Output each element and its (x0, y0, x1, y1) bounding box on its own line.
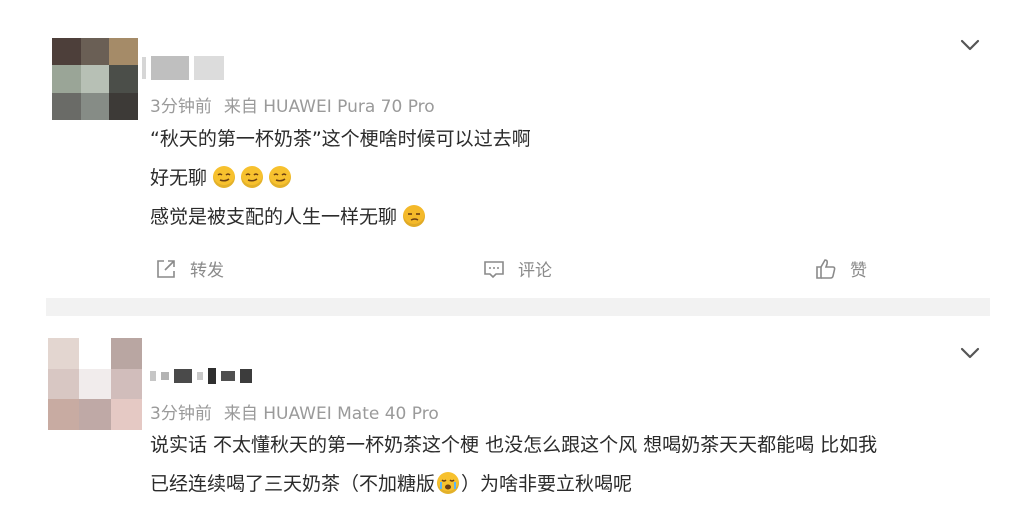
post-separator (46, 298, 990, 316)
comment-label: 评论 (518, 261, 552, 281)
share-icon (157, 259, 175, 278)
avatar[interactable] (48, 338, 142, 430)
like-button[interactable]: 赞 (814, 256, 867, 281)
smug-face-icon (269, 165, 292, 188)
post-text: 好无聊 (150, 167, 208, 189)
comment-button[interactable]: 评论 (482, 256, 552, 281)
post-text-line: 已经连续喝了三天奶茶（不加糖版 ）为啥非要立秋喝呢 (150, 469, 632, 496)
post-text-line: 感觉是被支配的人生一样无聊 (150, 202, 426, 229)
comment-icon (484, 260, 504, 278)
post-text: 说实话 不太懂秋天的第一杯奶茶这个梗 也没怎么跟这个风 想喝奶茶天天都能喝 比如… (150, 434, 878, 456)
avatar[interactable] (52, 38, 138, 120)
post-text: 感觉是被支配的人生一样无聊 (150, 206, 398, 228)
post-source: 来自 HUAWEI Pura 70 Pro (223, 97, 435, 117)
smug-face-icon (213, 165, 236, 188)
post-text-line: 好无聊 (150, 163, 292, 190)
repost-label: 转发 (190, 261, 224, 281)
smug-face-icon (241, 165, 264, 188)
crying-face-icon (437, 471, 460, 494)
post-text-line: 说实话 不太懂秋天的第一杯奶茶这个梗 也没怎么跟这个风 想喝奶茶天天都能喝 比如… (150, 430, 877, 457)
post-time: 3分钟前 (150, 404, 212, 424)
post-source: 来自 HUAWEI Mate 40 Pro (223, 404, 439, 424)
repost-button[interactable]: 转发 (154, 256, 224, 281)
chevron-down-icon[interactable] (958, 36, 982, 54)
chevron-down-icon[interactable] (958, 344, 982, 362)
username-blurred[interactable] (150, 368, 252, 384)
like-label: 赞 (850, 261, 867, 281)
post-text: “秋天的第一杯奶茶”这个梗啥时候可以过去啊 (150, 128, 531, 150)
post-text-line: “秋天的第一杯奶茶”这个梗啥时候可以过去啊 (150, 124, 531, 151)
thumbs-up-icon (816, 258, 836, 279)
sneer-face-icon (403, 204, 426, 227)
post-meta: 3分钟前 来自 HUAWEI Mate 40 Pro (150, 399, 439, 424)
post-text: 已经连续喝了三天奶茶（不加糖版 (150, 473, 436, 495)
post-time: 3分钟前 (150, 97, 212, 117)
post-text: ）为啥非要立秋喝呢 (461, 473, 633, 495)
username-blurred[interactable] (142, 56, 224, 80)
post-card: 3分钟前 来自 HUAWEI Pura 70 Pro “秋天的第一杯奶茶”这个梗啥… (0, 0, 1022, 298)
post-meta: 3分钟前 来自 HUAWEI Pura 70 Pro (150, 92, 435, 117)
